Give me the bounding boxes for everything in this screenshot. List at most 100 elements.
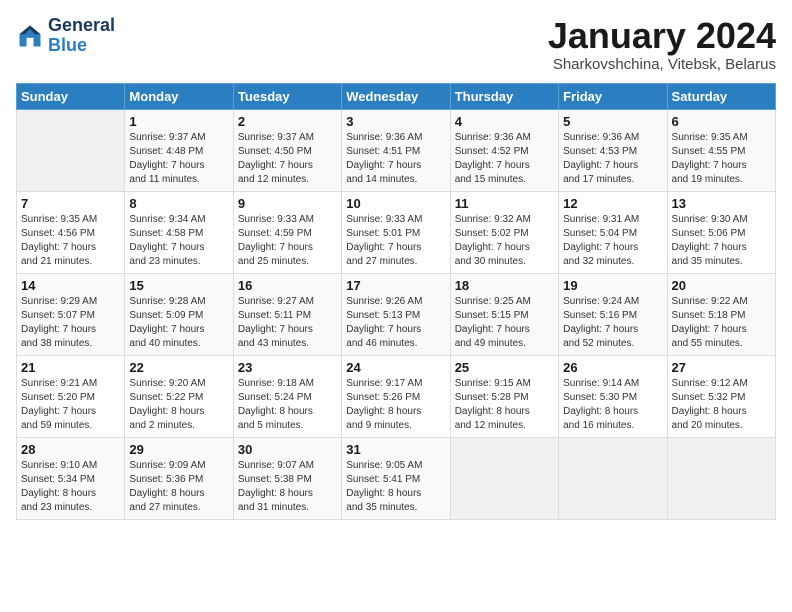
- day-info: Sunrise: 9:33 AMSunset: 4:59 PMDaylight:…: [238, 213, 337, 269]
- header: General Blue January 2024 Sharkovshchina…: [16, 16, 776, 73]
- calendar-cell: 11 Sunrise: 9:32 AMSunset: 5:02 PMDayligh…: [450, 191, 558, 273]
- day-number: 14: [21, 278, 120, 293]
- calendar-cell: 19Sunrise: 9:24 AMSunset: 5:16 PMDayligh…: [559, 273, 667, 355]
- calendar-cell: 14 Sunrise: 9:29 AMSunset: 5:07 PMDayligh…: [17, 273, 125, 355]
- calendar-cell: 12 Sunrise: 9:31 AMSunset: 5:04 PMDayligh…: [559, 191, 667, 273]
- day-info: Sunrise: 9:21 AMSunset: 5:20 PMDaylight:…: [21, 377, 120, 433]
- day-number: 31: [346, 442, 445, 457]
- calendar-week-row: 28Sunrise: 9:10 AMSunset: 5:34 PMDayligh…: [17, 437, 776, 519]
- day-number: 3: [346, 114, 445, 129]
- day-number: 10: [346, 196, 445, 211]
- day-info: Sunrise: 9:28 AMSunset: 5:09 PMDaylight:…: [129, 295, 228, 351]
- day-number: 21: [21, 360, 120, 375]
- calendar-cell: 15Sunrise: 9:28 AMSunset: 5:09 PMDayligh…: [125, 273, 233, 355]
- col-saturday: Saturday: [667, 83, 775, 109]
- day-number: 27: [672, 360, 771, 375]
- logo: General Blue: [16, 16, 115, 56]
- col-sunday: Sunday: [17, 83, 125, 109]
- calendar-cell: 2 Sunrise: 9:37 AMSunset: 4:50 PMDaylight…: [233, 109, 341, 191]
- day-number: 23: [238, 360, 337, 375]
- logo-text: General Blue: [48, 16, 115, 56]
- day-info: Sunrise: 9:07 AMSunset: 5:38 PMDaylight:…: [238, 459, 337, 515]
- day-number: 9: [238, 196, 337, 211]
- page-container: General Blue January 2024 Sharkovshchina…: [0, 0, 792, 528]
- calendar-cell: 16Sunrise: 9:27 AMSunset: 5:11 PMDayligh…: [233, 273, 341, 355]
- day-info: Sunrise: 9:09 AMSunset: 5:36 PMDaylight:…: [129, 459, 228, 515]
- day-info: Sunrise: 9:34 AMSunset: 4:58 PMDaylight:…: [129, 213, 228, 269]
- day-number: 25: [455, 360, 554, 375]
- calendar-cell: [17, 109, 125, 191]
- calendar-cell: 30Sunrise: 9:07 AMSunset: 5:38 PMDayligh…: [233, 437, 341, 519]
- day-number: 5: [563, 114, 662, 129]
- day-number: 4: [455, 114, 554, 129]
- day-info: Sunrise: 9:37 AMSunset: 4:48 PMDaylight:…: [129, 131, 228, 187]
- calendar-week-row: 14 Sunrise: 9:29 AMSunset: 5:07 PMDayligh…: [17, 273, 776, 355]
- day-info: Sunrise: 9:31 AMSunset: 5:04 PMDaylight:…: [563, 213, 662, 269]
- col-thursday: Thursday: [450, 83, 558, 109]
- day-info: Sunrise: 9:22 AMSunset: 5:18 PMDaylight:…: [672, 295, 771, 351]
- day-number: 20: [672, 278, 771, 293]
- calendar-cell: 7 Sunrise: 9:35 AMSunset: 4:56 PMDaylight…: [17, 191, 125, 273]
- month-title: January 2024: [548, 16, 776, 56]
- day-number: 7: [21, 196, 120, 211]
- day-info: Sunrise: 9:35 AMSunset: 4:55 PMDaylight:…: [672, 131, 771, 187]
- calendar-cell: 4 Sunrise: 9:36 AMSunset: 4:52 PMDaylight…: [450, 109, 558, 191]
- col-monday: Monday: [125, 83, 233, 109]
- calendar-cell: 10 Sunrise: 9:33 AMSunset: 5:01 PMDayligh…: [342, 191, 450, 273]
- calendar-cell: 22Sunrise: 9:20 AMSunset: 5:22 PMDayligh…: [125, 355, 233, 437]
- day-number: 26: [563, 360, 662, 375]
- day-number: 8: [129, 196, 228, 211]
- day-number: 13: [672, 196, 771, 211]
- calendar-cell: [450, 437, 558, 519]
- day-info: Sunrise: 9:26 AMSunset: 5:13 PMDaylight:…: [346, 295, 445, 351]
- day-number: 1: [129, 114, 228, 129]
- calendar-cell: 6 Sunrise: 9:35 AMSunset: 4:55 PMDaylight…: [667, 109, 775, 191]
- day-info: Sunrise: 9:12 AMSunset: 5:32 PMDaylight:…: [672, 377, 771, 433]
- logo-icon: [16, 22, 44, 50]
- calendar-cell: 5Sunrise: 9:36 AMSunset: 4:53 PMDaylight…: [559, 109, 667, 191]
- day-info: Sunrise: 9:37 AMSunset: 4:50 PMDaylight:…: [238, 131, 337, 187]
- day-info: Sunrise: 9:33 AMSunset: 5:01 PMDaylight:…: [346, 213, 445, 269]
- day-info: Sunrise: 9:17 AMSunset: 5:26 PMDaylight:…: [346, 377, 445, 433]
- calendar-cell: 3 Sunrise: 9:36 AMSunset: 4:51 PMDaylight…: [342, 109, 450, 191]
- calendar-week-row: 1 Sunrise: 9:37 AMSunset: 4:48 PMDaylight…: [17, 109, 776, 191]
- day-number: 28: [21, 442, 120, 457]
- calendar-cell: 17 Sunrise: 9:26 AMSunset: 5:13 PMDayligh…: [342, 273, 450, 355]
- calendar-week-row: 7 Sunrise: 9:35 AMSunset: 4:56 PMDaylight…: [17, 191, 776, 273]
- day-number: 17: [346, 278, 445, 293]
- calendar-cell: 8 Sunrise: 9:34 AMSunset: 4:58 PMDaylight…: [125, 191, 233, 273]
- calendar-cell: 13 Sunrise: 9:30 AMSunset: 5:06 PMDayligh…: [667, 191, 775, 273]
- day-number: 2: [238, 114, 337, 129]
- day-info: Sunrise: 9:30 AMSunset: 5:06 PMDaylight:…: [672, 213, 771, 269]
- day-info: Sunrise: 9:05 AMSunset: 5:41 PMDaylight:…: [346, 459, 445, 515]
- day-info: Sunrise: 9:32 AMSunset: 5:02 PMDaylight:…: [455, 213, 554, 269]
- day-number: 16: [238, 278, 337, 293]
- day-info: Sunrise: 9:35 AMSunset: 4:56 PMDaylight:…: [21, 213, 120, 269]
- day-info: Sunrise: 9:14 AMSunset: 5:30 PMDaylight:…: [563, 377, 662, 433]
- calendar-cell: 29 Sunrise: 9:09 AMSunset: 5:36 PMDayligh…: [125, 437, 233, 519]
- day-number: 24: [346, 360, 445, 375]
- calendar-cell: 26 Sunrise: 9:14 AMSunset: 5:30 PMDayligh…: [559, 355, 667, 437]
- day-info: Sunrise: 9:15 AMSunset: 5:28 PMDaylight:…: [455, 377, 554, 433]
- day-number: 11: [455, 196, 554, 211]
- calendar-cell: 24 Sunrise: 9:17 AMSunset: 5:26 PMDayligh…: [342, 355, 450, 437]
- logo-blue: Blue: [48, 35, 87, 55]
- day-info: Sunrise: 9:20 AMSunset: 5:22 PMDaylight:…: [129, 377, 228, 433]
- calendar-cell: 27 Sunrise: 9:12 AMSunset: 5:32 PMDayligh…: [667, 355, 775, 437]
- day-number: 29: [129, 442, 228, 457]
- calendar-cell: [559, 437, 667, 519]
- calendar-table: Sunday Monday Tuesday Wednesday Thursday…: [16, 83, 776, 520]
- day-info: Sunrise: 9:36 AMSunset: 4:51 PMDaylight:…: [346, 131, 445, 187]
- calendar-cell: 23Sunrise: 9:18 AMSunset: 5:24 PMDayligh…: [233, 355, 341, 437]
- calendar-cell: 25 Sunrise: 9:15 AMSunset: 5:28 PMDayligh…: [450, 355, 558, 437]
- day-number: 6: [672, 114, 771, 129]
- day-info: Sunrise: 9:25 AMSunset: 5:15 PMDaylight:…: [455, 295, 554, 351]
- calendar-cell: 20 Sunrise: 9:22 AMSunset: 5:18 PMDayligh…: [667, 273, 775, 355]
- col-tuesday: Tuesday: [233, 83, 341, 109]
- location-subtitle: Sharkovshchina, Vitebsk, Belarus: [548, 56, 776, 73]
- calendar-cell: [667, 437, 775, 519]
- day-info: Sunrise: 9:29 AMSunset: 5:07 PMDaylight:…: [21, 295, 120, 351]
- day-info: Sunrise: 9:36 AMSunset: 4:52 PMDaylight:…: [455, 131, 554, 187]
- day-number: 12: [563, 196, 662, 211]
- calendar-cell: 18Sunrise: 9:25 AMSunset: 5:15 PMDayligh…: [450, 273, 558, 355]
